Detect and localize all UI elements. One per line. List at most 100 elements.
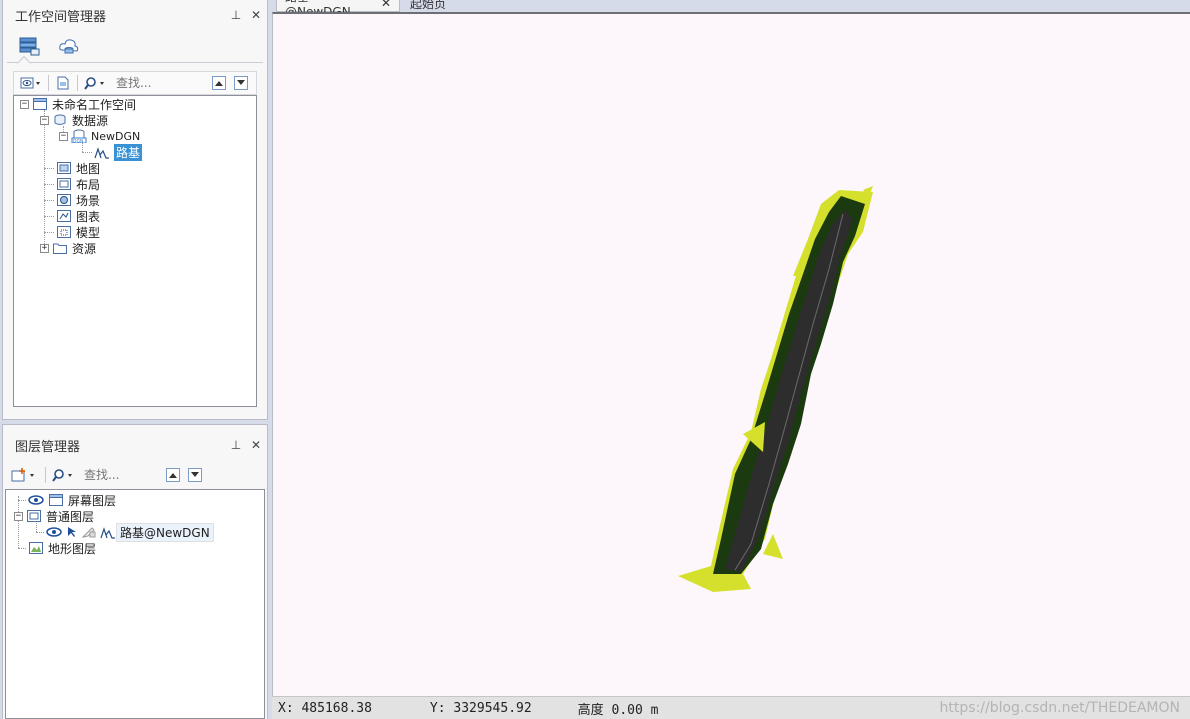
roadbed-model — [678, 186, 873, 592]
layer-item-label: 地形图层 — [48, 541, 97, 556]
search-dropdown-icon — [52, 469, 72, 482]
collapse-icon[interactable]: − — [20, 99, 29, 109]
view-mode-button[interactable] — [18, 73, 44, 93]
workspace-stack-icon — [19, 37, 40, 55]
document-tab-strip: 路基@NewDGN ✕ 起始页 — [272, 0, 1190, 19]
layer-manager-header: 图层管理器 ⊥ ✕ — [3, 431, 267, 459]
layer-tree: 屏幕图层 − 普通图层 路基@NewDGN 地形图层 — [5, 489, 265, 719]
open-button[interactable] — [53, 73, 73, 93]
tree-item-label: 场景 — [76, 193, 101, 208]
arrow-down-icon — [237, 80, 245, 85]
edit-lock-icon[interactable] — [82, 525, 96, 539]
layer-item-screen[interactable]: 屏幕图层 — [6, 492, 264, 508]
layer-group-icon — [26, 509, 42, 523]
tree-guide — [18, 548, 26, 549]
datasource-icon — [52, 113, 68, 127]
layer-item-label: 屏幕图层 — [68, 493, 117, 508]
collapse-icon[interactable]: − — [59, 131, 68, 141]
toolbar-separator — [48, 75, 49, 91]
model-icon — [56, 225, 72, 239]
map-icon — [56, 161, 72, 175]
workspace-tree-tab[interactable] — [17, 35, 41, 57]
expand-icon[interactable]: + — [40, 243, 49, 253]
tree-item-datasource-newdgn[interactable]: − DGN NewDGN — [14, 128, 256, 144]
terrain-layer-icon — [28, 541, 44, 555]
workspace-manager-header: 工作空间管理器 ⊥ ✕ — [3, 1, 267, 29]
search-options-button[interactable] — [82, 73, 110, 93]
pin-icon[interactable]: ⊥ — [227, 8, 245, 22]
tree-guide — [44, 168, 54, 169]
tree-item-dataset-roadbed[interactable]: 路基 — [14, 143, 256, 161]
eye-icon[interactable] — [28, 493, 44, 507]
workspace-icon — [32, 97, 48, 111]
chart-icon — [56, 209, 72, 223]
search-previous-button[interactable] — [212, 76, 226, 90]
tree-guide — [44, 184, 54, 185]
layer-search-previous-button[interactable] — [166, 468, 180, 482]
tree-guide — [82, 152, 92, 153]
tree-item-label: 未命名工作空间 — [52, 97, 137, 112]
folder-icon — [52, 241, 68, 255]
arrow-up-icon — [169, 473, 177, 478]
tree-item-workspace[interactable]: − 未命名工作空间 — [14, 96, 256, 112]
tab-roadbed-scene[interactable]: 路基@NewDGN ✕ — [276, 0, 400, 19]
tree-guide — [44, 232, 54, 233]
layer-search-options-button[interactable] — [50, 465, 78, 485]
tree-guide — [44, 200, 54, 201]
tree-guide — [36, 532, 44, 533]
dgn-datasource-icon: DGN — [71, 129, 87, 143]
add-layer-button[interactable] — [9, 465, 41, 485]
scene-icon — [56, 193, 72, 207]
pin-icon[interactable]: ⊥ — [227, 438, 245, 452]
tab-start-page[interactable]: 起始页 — [402, 0, 454, 12]
tree-item-datasources[interactable]: − 数据源 — [14, 112, 256, 128]
eye-dropdown-icon — [20, 77, 40, 89]
height-readout: 高度 0.00 m — [577, 702, 659, 718]
selectable-arrow-icon[interactable] — [66, 525, 78, 539]
tree-item-label: NewDGN — [91, 129, 141, 143]
document-icon — [57, 76, 69, 90]
collapse-icon[interactable]: − — [40, 115, 49, 125]
workspace-tabs — [7, 29, 263, 71]
eye-icon[interactable] — [46, 525, 62, 539]
screen-layer-icon — [48, 493, 64, 507]
layer-item-terrain[interactable]: 地形图层 — [6, 540, 264, 556]
layer-item-label: 路基@NewDGN — [116, 522, 214, 542]
layer-manager-title: 图层管理器 — [15, 439, 81, 455]
workspace-manager-panel: 工作空间管理器 ⊥ ✕ 查找... − 未命名工作空间 − 数据源 − DGN … — [2, 0, 268, 420]
tree-item-maps[interactable]: 地图 — [14, 160, 256, 176]
road-surface — [725, 210, 853, 572]
tree-guide — [44, 216, 54, 217]
tab-label: 起始页 — [410, 0, 447, 11]
tree-item-charts[interactable]: 图表 — [14, 208, 256, 224]
layer-item-roadbed[interactable]: 路基@NewDGN — [6, 522, 264, 542]
layer-search-input[interactable] — [84, 468, 158, 482]
tree-item-label: 资源 — [72, 241, 97, 256]
tree-item-label: 地图 — [76, 161, 101, 176]
y-coordinate: Y: 3329545.92 — [429, 700, 532, 716]
tree-item-label: 图表 — [76, 209, 101, 224]
tree-item-layouts[interactable]: 布局 — [14, 176, 256, 192]
svg-text:DGN: DGN — [73, 139, 83, 144]
arrow-down-icon — [191, 472, 199, 477]
search-dropdown-icon — [84, 77, 104, 90]
workspace-search-input[interactable] — [116, 76, 204, 90]
tree-item-label: 数据源 — [72, 113, 109, 128]
workspace-toolbar — [13, 71, 257, 95]
tree-item-scenes[interactable]: 场景 — [14, 192, 256, 208]
layer-item-label: 普通图层 — [46, 509, 95, 524]
search-next-button[interactable] — [234, 76, 248, 90]
cad-dataset-icon — [94, 145, 110, 159]
layer-search-next-button[interactable] — [188, 468, 202, 482]
workspace-tree: − 未命名工作空间 − 数据源 − DGN NewDGN 路基 地图 布局 场景… — [13, 95, 257, 407]
scene-viewport[interactable] — [272, 12, 1190, 696]
layer-toolbar — [5, 463, 265, 487]
layout-icon — [56, 177, 72, 191]
online-tab[interactable] — [57, 35, 81, 57]
close-icon[interactable]: ✕ — [247, 438, 265, 452]
close-icon[interactable]: ✕ — [247, 8, 265, 22]
tree-item-models[interactable]: 模型 — [14, 224, 256, 240]
collapse-icon[interactable]: − — [14, 511, 23, 521]
tree-item-resources[interactable]: + 资源 — [14, 240, 256, 256]
close-icon[interactable]: ✕ — [381, 0, 391, 10]
